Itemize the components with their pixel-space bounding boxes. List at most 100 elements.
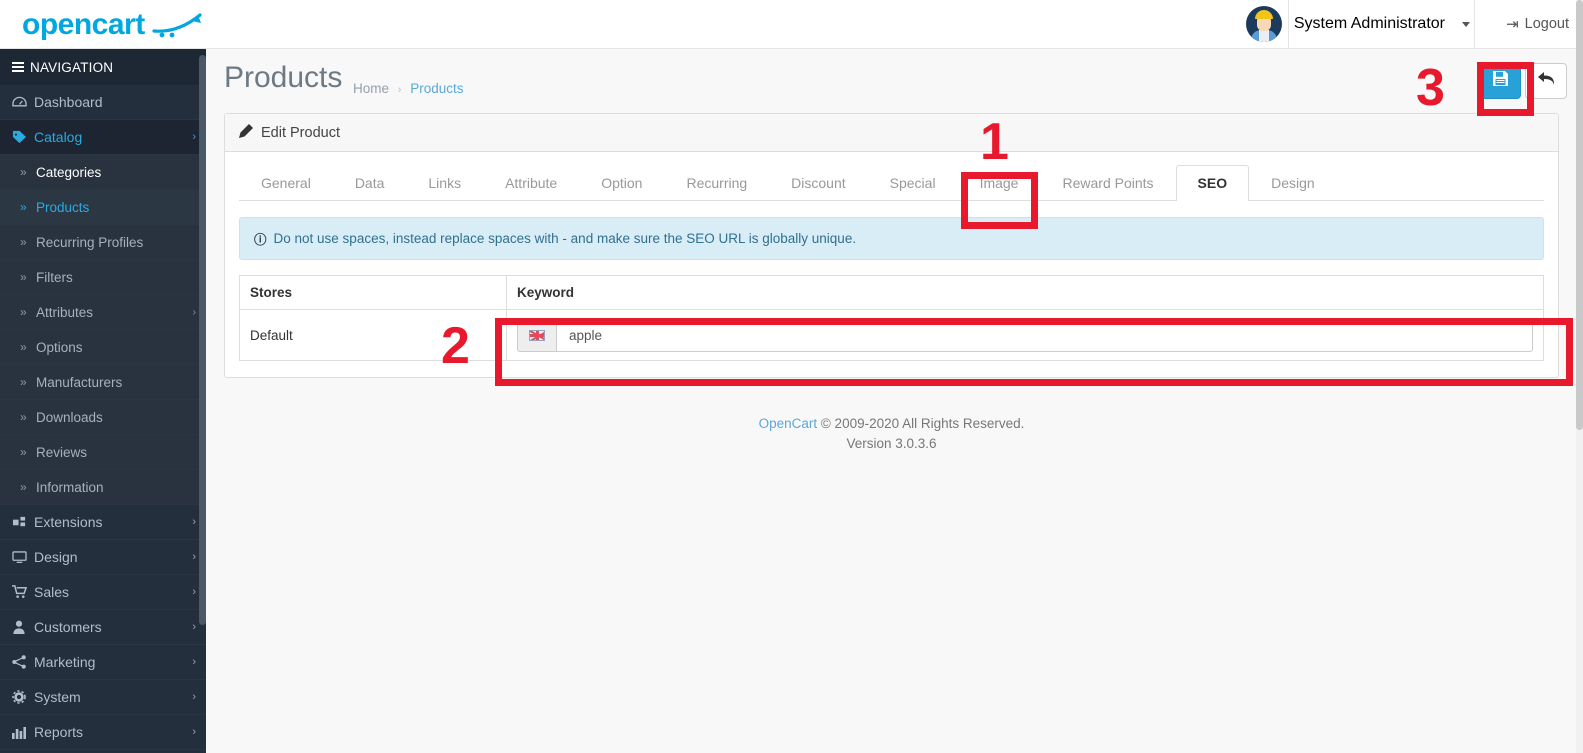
sidebar-item-attributes[interactable]: » Attributes › [0,295,206,330]
chevron-right-icon: › [192,656,196,668]
footer-version: Version 3.0.3.6 [846,435,937,451]
sidebar-item-dashboard[interactable]: Dashboard [0,85,206,120]
tab-general[interactable]: General [239,165,333,201]
sidebar-item-extensions[interactable]: Extensions › [0,505,206,540]
avatar [1245,6,1282,42]
panel-body: General Data Links Attribute Option Recu… [225,152,1558,377]
page-scrollbar-thumb[interactable] [1576,0,1583,430]
page-scrollbar[interactable] [1576,0,1583,753]
sidebar-item-recurring-profiles[interactable]: » Recurring Profiles [0,225,206,260]
sidebar-scrollbar[interactable] [199,55,206,625]
sidebar-item-design[interactable]: Design › [0,540,206,575]
dashboard-icon [12,96,34,109]
chevron-double-right-icon: » [20,235,27,249]
back-button[interactable] [1525,63,1567,99]
reply-icon [1537,71,1555,91]
tab-special[interactable]: Special [868,165,958,201]
sidebar-item-reviews[interactable]: » Reviews [0,435,206,470]
sidebar-item-downloads[interactable]: » Downloads [0,400,206,435]
sidebar-item-label: Downloads [36,409,103,425]
annotation-number-2: 2 [441,317,470,375]
breadcrumb-home-link[interactable]: Home [353,81,389,96]
sidebar-item-customers[interactable]: Customers › [0,610,206,645]
sidebar-item-options[interactable]: » Options [0,330,206,365]
chevron-double-right-icon: » [20,200,27,214]
language-flag-addon [517,318,556,352]
chevron-down-icon [1462,21,1470,27]
tab-reward-points[interactable]: Reward Points [1040,165,1175,201]
sidebar-item-categories[interactable]: » Categories [0,155,206,190]
breadcrumb-separator: › [397,84,402,96]
sidebar-item-system[interactable]: System › [0,680,206,715]
page-header: Products Home › Products [206,49,1577,113]
tab-option[interactable]: Option [579,165,664,201]
sidebar-item-label: Extensions [34,514,103,530]
sidebar-item-label: Information [36,479,104,495]
save-button[interactable] [1479,63,1521,99]
sidebar-item-label: Options [36,339,83,355]
sidebar-item-label: Attributes [36,304,94,320]
sidebar-item-label: Filters [36,269,73,285]
chevron-double-right-icon: » [20,480,27,494]
keyword-input[interactable] [556,318,1533,352]
logout-icon: ⇥ [1506,16,1519,33]
puzzle-icon [12,515,34,529]
sidebar-header: NAVIGATION [0,49,206,85]
chevron-right-icon: › [192,516,196,528]
tab-design[interactable]: Design [1249,165,1337,201]
sidebar-item-label: Catalog [34,129,83,145]
sidebar-item-label: Reviews [36,444,88,460]
keyword-input-group [517,318,1533,352]
annotation-number-3: 3 [1416,59,1445,117]
sidebar-item-label: Recurring Profiles [36,234,144,250]
tag-icon [12,130,34,144]
hamburger-icon [12,60,24,74]
chevron-right-icon: › [192,551,196,563]
sidebar-navigation: NAVIGATION Dashboard Catalog › » Categor… [0,49,206,753]
sidebar-item-label: Categories [36,164,102,180]
logout-button[interactable]: ⇥ Logout [1506,0,1569,48]
tab-discount[interactable]: Discount [769,165,867,201]
seo-info-alert: ⓘ Do not use spaces, instead replace spa… [239,217,1544,260]
sidebar-item-marketing[interactable]: Marketing › [0,645,206,680]
breadcrumb-current-link[interactable]: Products [410,81,463,96]
chevron-right-icon: › [192,726,196,738]
chevron-right-icon: › [192,621,196,633]
opencart-admin-page: opencart System Administrator ⇥ Logout N… [0,0,1583,753]
sidebar-item-filters[interactable]: » Filters [0,260,206,295]
tab-seo[interactable]: SEO [1175,165,1250,201]
sidebar-item-reports[interactable]: Reports › [0,715,206,750]
product-tabs: General Data Links Attribute Option Recu… [239,160,1544,201]
opencart-link[interactable]: OpenCart [759,416,818,431]
sidebar-item-label: Design [34,549,78,565]
tab-attribute[interactable]: Attribute [483,165,579,201]
pencil-icon [239,124,253,141]
sidebar-item-sales[interactable]: Sales › [0,575,206,610]
sidebar-item-information[interactable]: » Information [0,470,206,505]
sidebar-item-label: Dashboard [34,94,103,110]
chevron-double-right-icon: » [20,445,27,459]
sidebar-item-manufacturers[interactable]: » Manufacturers [0,365,206,400]
chevron-double-right-icon: » [20,375,27,389]
annotation-number-1: 1 [980,113,1009,171]
chevron-right-icon: › [192,131,196,143]
sidebar-item-catalog[interactable]: Catalog › [0,120,206,155]
tab-data[interactable]: Data [333,165,407,201]
tab-recurring[interactable]: Recurring [664,165,769,201]
sidebar-item-label: Sales [34,584,70,600]
footer-copyright-text: © 2009-2020 All Rights Reserved. [817,416,1025,431]
opencart-logo[interactable]: opencart [22,7,204,43]
chevron-double-right-icon: » [20,410,27,424]
en-gb-flag-icon [529,329,545,341]
chevron-right-icon: › [192,586,196,598]
page-footer: OpenCart © 2009-2020 All Rights Reserved… [206,414,1577,453]
tab-links[interactable]: Links [406,165,483,201]
table-header-row: Stores Keyword [239,275,1544,310]
user-menu[interactable]: System Administrator [1245,0,1470,48]
sidebar-item-products[interactable]: » Products [0,190,206,225]
info-icon: ⓘ [254,233,267,247]
sidebar-item-label: Manufacturers [36,374,123,390]
keyword-cell [506,309,1544,361]
chevron-double-right-icon: » [20,340,27,354]
main-content: Products Home › Products Edit Product Ge… [206,49,1577,753]
